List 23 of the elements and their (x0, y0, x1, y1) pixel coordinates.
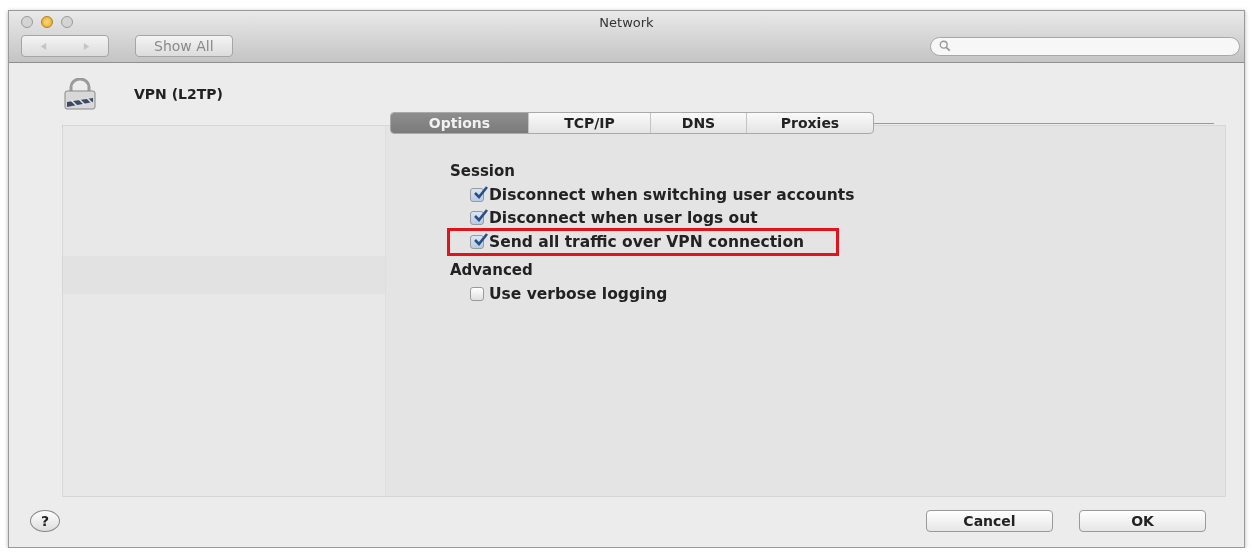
back-forward-control[interactable] (21, 35, 109, 57)
checkbox-label: Send all traffic over VPN connection (489, 233, 805, 251)
checkbox-label: Disconnect when user logs out (489, 208, 758, 227)
lock-icon (62, 78, 98, 110)
checkbox-label: Use verbose logging (489, 284, 668, 303)
dialog-button[interactable]: Cancel (926, 510, 1053, 532)
dialog-button[interactable]: OK (1079, 510, 1206, 532)
minimize-button[interactable] (41, 16, 53, 28)
tab[interactable]: DNS (651, 113, 747, 133)
tab[interactable]: TCP/IP (529, 113, 651, 133)
search-icon (939, 40, 951, 52)
forward-arrow-icon[interactable] (82, 41, 91, 51)
tab[interactable]: Proxies (747, 113, 873, 133)
section-heading: Session (450, 161, 515, 182)
service-name: VPN (L2TP) (134, 86, 223, 102)
close-button[interactable] (21, 16, 33, 28)
checkbox-label: Disconnect when switching user accounts (489, 185, 855, 204)
window-title: Network (599, 14, 654, 30)
search-field[interactable] (930, 36, 1240, 56)
help-button[interactable]: ? (30, 510, 60, 532)
section-heading: Advanced (450, 260, 533, 281)
back-arrow-icon[interactable] (39, 41, 48, 51)
zoom-button[interactable] (61, 16, 73, 28)
